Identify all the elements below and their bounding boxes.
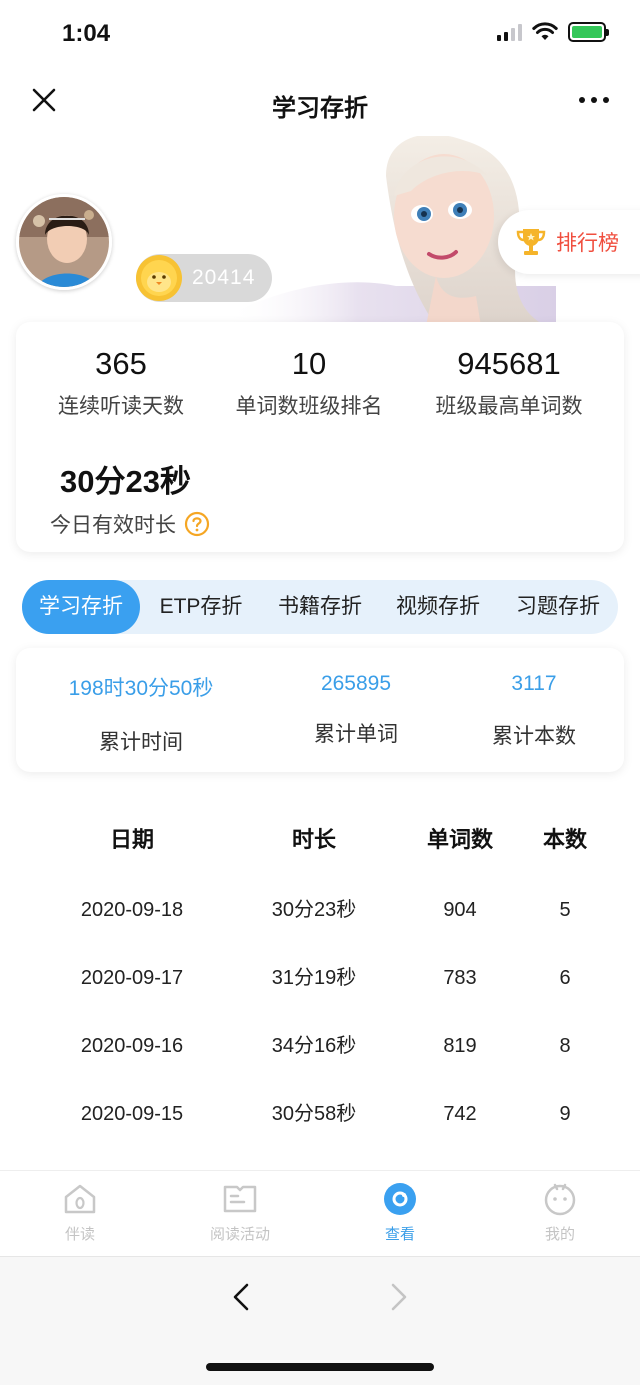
- stat-value: 945681: [457, 346, 561, 381]
- table-row: 2020-09-15 30分58秒 742 9: [0, 1080, 640, 1148]
- tabbar-label: 查看: [384, 1226, 415, 1243]
- status-icons: [497, 22, 609, 42]
- tabbar-item-companion[interactable]: 伴读: [20, 1181, 140, 1244]
- page-title: 学习存折: [272, 95, 368, 122]
- signal-icon: [497, 23, 522, 41]
- tab-study-passbook[interactable]: 学习存折: [22, 580, 140, 634]
- stat-label: 连续听读天数: [58, 395, 184, 418]
- forward-arrow-icon[interactable]: [380, 1279, 416, 1315]
- header-word-count: 单词数: [426, 827, 493, 852]
- book-icon: [223, 1185, 257, 1213]
- trophy-icon: [516, 229, 546, 255]
- coin-chick-icon: [136, 255, 182, 301]
- passbook-tabs: 学习存折 ETP存折 书籍存折 视频存折 习题存折: [22, 580, 618, 634]
- summary-label: 累计单词: [314, 723, 398, 746]
- tab-video-passbook[interactable]: 视频存折: [384, 580, 492, 634]
- header-book-count: 本数: [542, 827, 587, 852]
- cell-date: 2020-09-18: [80, 899, 184, 921]
- cell-duration: 31分19秒: [271, 967, 357, 989]
- bottom-tab-bar: 伴读 阅读活动 查看 我的: [0, 1170, 640, 1256]
- status-time: 1:04: [62, 20, 111, 47]
- summary-card: 198时30分50秒 累计时间 265895 累计单词 3117 累计本数: [16, 648, 624, 772]
- tab-book-passbook[interactable]: 书籍存折: [266, 580, 374, 634]
- cell-word-count: 742: [443, 1103, 477, 1125]
- status-bar: 1:04: [0, 0, 640, 70]
- tabbar-item-profile[interactable]: 我的: [500, 1181, 620, 1244]
- stat-value: 365: [95, 346, 147, 381]
- cell-duration: 34分16秒: [271, 1035, 357, 1057]
- cell-book-count: 8: [559, 1035, 571, 1057]
- header-date: 日期: [109, 827, 154, 852]
- more-icon[interactable]: [574, 88, 614, 112]
- summary-value: 265895: [320, 672, 392, 695]
- summary-total-words: 265895 累计单词: [266, 672, 446, 748]
- stat-today-duration: 30分23秒 今日有效时长: [50, 456, 210, 539]
- cell-date: 2020-09-17: [80, 967, 184, 989]
- tab-exercise-passbook[interactable]: 习题存折: [504, 580, 612, 634]
- cell-duration: 30分58秒: [271, 1103, 357, 1125]
- summary-label: 累计时间: [99, 731, 183, 754]
- stat-value: 10: [291, 346, 327, 381]
- stats-card: 365 连续听读天数 10 单词数班级排名 945681 班级最高单词数 30分…: [16, 322, 624, 552]
- profile-icon: [544, 1183, 576, 1216]
- view-icon: [384, 1183, 416, 1215]
- stat-label: 班级最高单词数: [435, 395, 583, 418]
- stat-class-rank: 10 单词数班级排名: [214, 346, 404, 420]
- back-arrow-icon[interactable]: [224, 1279, 260, 1315]
- profile-header: 20414 排行榜: [0, 136, 640, 326]
- tabbar-item-reading-activity[interactable]: 阅读活动: [180, 1181, 300, 1244]
- cell-word-count: 904: [443, 899, 477, 921]
- home-indicator: [206, 1363, 434, 1371]
- cell-book-count: 9: [559, 1103, 571, 1125]
- avatar[interactable]: [16, 194, 112, 290]
- coin-value: 20414: [192, 266, 256, 289]
- header-duration: 时长: [291, 827, 336, 852]
- stat-label: 单词数班级排名: [235, 395, 383, 418]
- coin-balance[interactable]: 20414: [136, 254, 272, 302]
- cell-book-count: 5: [559, 899, 571, 921]
- cell-word-count: 783: [443, 967, 477, 989]
- stat-consecutive-days: 365 连续听读天数: [16, 346, 226, 420]
- tabbar-label: 阅读活动: [209, 1226, 270, 1243]
- summary-total-books: 3117 累计本数: [446, 672, 622, 750]
- table-row: 2020-09-16 34分16秒 819 8: [0, 1012, 640, 1080]
- table-row: 2020-09-18 30分23秒 904 5: [0, 876, 640, 944]
- cell-book-count: 6: [559, 967, 571, 989]
- cell-duration: 30分23秒: [271, 899, 357, 921]
- tab-etp-passbook[interactable]: ETP存折: [146, 580, 256, 634]
- battery-icon: [568, 22, 609, 42]
- leaderboard-button[interactable]: 排行榜: [498, 210, 640, 274]
- cell-date: 2020-09-16: [80, 1035, 184, 1057]
- table-header: 日期 时长 单词数 本数: [0, 806, 640, 876]
- stat-label-row: 今日有效时长: [50, 509, 210, 539]
- table-row: 2020-09-17 31分19秒 783 6: [0, 944, 640, 1012]
- summary-label: 累计本数: [492, 725, 576, 748]
- cell-word-count: 819: [443, 1035, 477, 1057]
- avatar-photo: [19, 197, 109, 287]
- home-icon: [64, 1184, 96, 1214]
- nav-bar: 学习存折: [0, 70, 640, 136]
- summary-value: 3117: [511, 672, 557, 695]
- browser-toolbar: [0, 1256, 640, 1385]
- tabbar-label: 我的: [544, 1226, 575, 1243]
- leaderboard-label: 排行榜: [556, 232, 619, 255]
- stat-label: 今日有效时长: [50, 514, 176, 537]
- tabbar-label: 伴读: [64, 1226, 95, 1243]
- help-icon[interactable]: [184, 511, 210, 537]
- stat-value: 30分23秒: [60, 464, 191, 499]
- cell-date: 2020-09-15: [80, 1103, 184, 1125]
- stat-class-top-words: 945681 班级最高单词数: [414, 346, 604, 420]
- summary-total-time: 198时30分50秒 累计时间: [36, 672, 246, 756]
- tabbar-item-view[interactable]: 查看: [340, 1181, 460, 1244]
- summary-value: 198时30分50秒: [68, 677, 214, 700]
- daily-record-table: 日期 时长 单词数 本数 2020-09-18 30分23秒 904 5 202…: [0, 806, 640, 1148]
- wifi-icon: [532, 22, 558, 40]
